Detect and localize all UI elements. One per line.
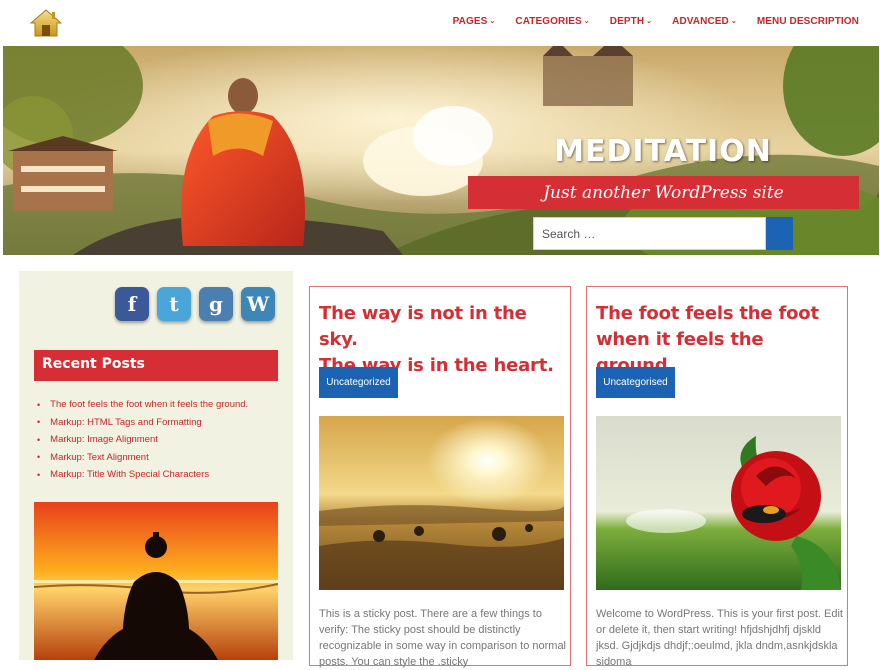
recent-post-link[interactable]: Markup: Title With Special Characters [37, 469, 248, 480]
recent-post-link[interactable]: Markup: Text Alignment [37, 452, 248, 463]
sidebar: f t g W Recent Posts The foot feels the … [19, 271, 293, 660]
main-menu: PAGES ⌄ CATEGORIES ⌄ DEPTH ⌄ ADVANCED ⌄ MENU… [433, 16, 859, 27]
wordpress-icon[interactable]: W [241, 287, 275, 321]
post-card: The foot feels the foot when it feels th… [586, 286, 848, 668]
category-badge[interactable]: Uncategorised [596, 367, 675, 398]
buddha-sunset-image [34, 502, 278, 660]
recent-post-link[interactable]: Markup: HTML Tags and Formatting [37, 417, 248, 428]
post-card: The way is not in the sky. The way is in… [309, 286, 571, 668]
menu-item-pages[interactable]: PAGES ⌄ [453, 16, 496, 27]
chevron-down-icon: ⌄ [646, 17, 653, 25]
twitter-icon[interactable]: t [157, 287, 191, 321]
search-button[interactable] [533, 217, 793, 250]
post-excerpt: This is a sticky post. There are a few t… [319, 608, 567, 668]
tagline-box: Just another WordPress site [468, 176, 859, 209]
chevron-down-icon: ⌄ [583, 17, 590, 25]
header-banner: MEDITATION Just another WordPress site [3, 46, 879, 255]
search-form [533, 217, 793, 250]
menu-item-menu-description[interactable]: MENU DESCRIPTION [757, 16, 859, 27]
category-badge[interactable]: Uncategorized [319, 367, 398, 398]
chevron-down-icon: ⌄ [730, 17, 737, 25]
menu-item-categories[interactable]: CATEGORIES ⌄ [515, 16, 589, 27]
recent-posts-heading: Recent Posts [34, 350, 278, 381]
social-icons: f t g W [115, 287, 275, 321]
search-input[interactable] [533, 217, 766, 250]
recent-post-link[interactable]: Markup: Image Alignment [37, 434, 248, 445]
site-title[interactable]: MEDITATION [468, 134, 858, 169]
recent-post-link[interactable]: The foot feels the foot when it feels th… [37, 399, 248, 410]
post-featured-image[interactable] [596, 416, 841, 590]
search-icon [533, 217, 547, 231]
post-excerpt: Welcome to WordPress. This is your first… [596, 608, 843, 668]
menu-item-advanced[interactable]: ADVANCED ⌄ [672, 16, 737, 27]
top-navigation-bar: PAGES ⌄ CATEGORIES ⌄ DEPTH ⌄ ADVANCED ⌄ MENU… [0, 0, 880, 46]
chevron-down-icon: ⌄ [489, 17, 496, 25]
home-icon[interactable] [29, 8, 63, 38]
menu-item-depth[interactable]: DEPTH ⌄ [610, 16, 652, 27]
recent-posts-list: The foot feels the foot when it feels th… [37, 399, 248, 487]
facebook-icon[interactable]: f [115, 287, 149, 321]
site-tagline: Just another WordPress site [543, 182, 784, 203]
google-icon[interactable]: g [199, 287, 233, 321]
post-featured-image[interactable] [319, 416, 564, 590]
